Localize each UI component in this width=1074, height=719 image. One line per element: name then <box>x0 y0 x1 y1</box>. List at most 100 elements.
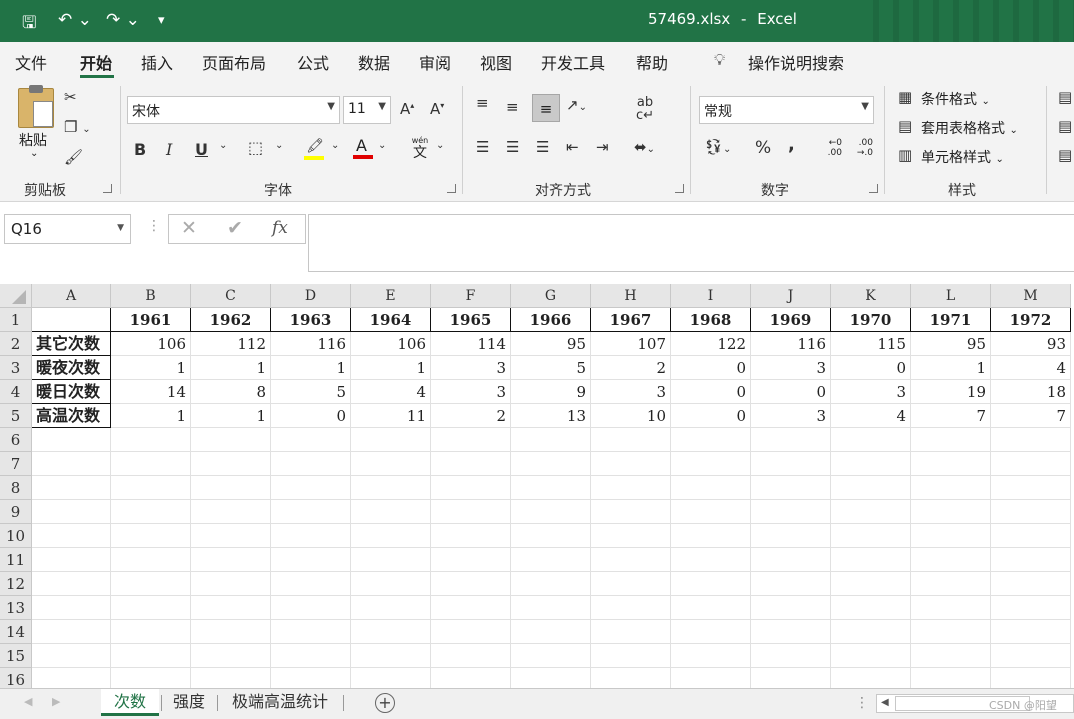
cell-styles-button[interactable]: 单元格样式 ⌄ <box>921 147 1004 167</box>
delete-cells-icon[interactable]: ▤ <box>1058 117 1072 135</box>
empty-cell[interactable] <box>751 452 831 476</box>
empty-cell[interactable] <box>991 596 1071 620</box>
empty-cell[interactable] <box>32 620 111 644</box>
data-cell[interactable]: 18 <box>991 380 1071 404</box>
bold-button[interactable]: B <box>134 140 146 159</box>
empty-cell[interactable] <box>831 596 911 620</box>
empty-cell[interactable] <box>271 428 351 452</box>
empty-cell[interactable] <box>32 476 111 500</box>
empty-cell[interactable] <box>271 524 351 548</box>
empty-cell[interactable] <box>671 428 751 452</box>
undo-icon[interactable]: ↶ ⌄ <box>58 10 92 30</box>
underline-button[interactable]: U <box>195 140 208 159</box>
chevron-down-icon[interactable]: ▼ <box>327 101 335 112</box>
empty-cell[interactable] <box>351 428 431 452</box>
empty-cell[interactable] <box>111 500 191 524</box>
empty-cell[interactable] <box>111 620 191 644</box>
orientation-icon[interactable]: ↗⌄ <box>566 96 587 114</box>
align-center-icon[interactable]: ☰ <box>506 138 519 156</box>
save-icon[interactable]: 🖫 <box>22 10 36 39</box>
tell-me-search[interactable]: 操作说明搜索 <box>748 50 844 74</box>
data-cell[interactable]: 1 <box>191 404 271 428</box>
currency-icon[interactable]: 💱︎⌄ <box>704 138 731 156</box>
empty-cell[interactable] <box>111 572 191 596</box>
font-launcher-icon[interactable] <box>447 184 456 193</box>
empty-cell[interactable] <box>591 428 671 452</box>
empty-cell[interactable] <box>751 620 831 644</box>
empty-cell[interactable] <box>831 476 911 500</box>
year-header-cell[interactable]: 1972 <box>991 308 1071 332</box>
data-cell[interactable]: 116 <box>271 332 351 356</box>
empty-cell[interactable] <box>351 476 431 500</box>
align-bottom-icon[interactable]: ≡ <box>532 94 560 122</box>
chevron-down-icon[interactable]: ⌄ <box>378 140 386 151</box>
paste-dropdown-icon[interactable]: ⌄ <box>30 148 38 159</box>
empty-cell[interactable] <box>511 596 591 620</box>
scroll-left-icon[interactable]: ◀ <box>881 697 889 708</box>
data-cell[interactable]: 1 <box>351 356 431 380</box>
data-cell[interactable]: 2 <box>591 356 671 380</box>
align-top-icon[interactable]: ≡ <box>476 94 489 112</box>
data-cell[interactable]: 4 <box>351 380 431 404</box>
year-header-cell[interactable]: 1961 <box>111 308 191 332</box>
align-middle-icon[interactable]: ≡ <box>506 98 519 116</box>
empty-cell[interactable] <box>911 572 991 596</box>
empty-cell[interactable] <box>111 428 191 452</box>
fill-color-icon[interactable]: 🖍︎ <box>304 138 324 160</box>
row-label-cell[interactable]: 高温次数 <box>32 404 111 428</box>
empty-cell[interactable] <box>911 620 991 644</box>
column-header-i[interactable]: I <box>671 284 751 308</box>
redo-icon[interactable]: ↷ ⌄ <box>106 10 140 30</box>
empty-cell[interactable] <box>351 524 431 548</box>
insert-function-icon[interactable]: fx <box>272 218 288 238</box>
add-sheet-icon[interactable]: + <box>375 693 395 713</box>
column-header-a[interactable]: A <box>32 284 111 308</box>
empty-cell[interactable] <box>431 524 511 548</box>
row-header-16[interactable]: 16 <box>0 668 32 688</box>
empty-cell[interactable] <box>591 524 671 548</box>
empty-cell[interactable] <box>751 548 831 572</box>
increase-indent-icon[interactable]: ⇥ <box>596 138 609 156</box>
empty-cell[interactable] <box>511 620 591 644</box>
data-cell[interactable]: 106 <box>111 332 191 356</box>
data-cell[interactable]: 13 <box>511 404 591 428</box>
sheet-tab-extreme-heat[interactable]: 极端高温统计 <box>219 689 341 716</box>
empty-cell[interactable] <box>351 452 431 476</box>
row-label-cell[interactable]: 其它次数 <box>32 332 111 356</box>
paste-label[interactable]: 粘贴 <box>19 130 47 150</box>
data-cell[interactable]: 114 <box>431 332 511 356</box>
empty-cell[interactable] <box>591 452 671 476</box>
conditional-format-button[interactable]: 条件格式 ⌄ <box>921 89 990 109</box>
empty-cell[interactable] <box>751 644 831 668</box>
data-cell[interactable]: 1 <box>111 404 191 428</box>
empty-cell[interactable] <box>431 476 511 500</box>
empty-cell[interactable] <box>191 548 271 572</box>
empty-cell[interactable] <box>351 572 431 596</box>
enter-icon[interactable]: ✔ <box>227 217 243 239</box>
empty-cell[interactable] <box>831 620 911 644</box>
empty-cell[interactable] <box>671 668 751 688</box>
data-cell[interactable]: 115 <box>831 332 911 356</box>
table-format-button[interactable]: 套用表格格式 ⌄ <box>921 118 1018 138</box>
column-header-g[interactable]: G <box>511 284 591 308</box>
table-format-icon[interactable]: ▤ <box>898 117 912 135</box>
insert-cells-icon[interactable]: ▤ <box>1058 88 1072 106</box>
row-header-13[interactable]: 13 <box>0 596 32 620</box>
column-header-k[interactable]: K <box>831 284 911 308</box>
row-header-9[interactable]: 9 <box>0 500 32 524</box>
conditional-format-icon[interactable]: ▦ <box>898 88 912 106</box>
empty-cell[interactable] <box>191 428 271 452</box>
empty-cell[interactable] <box>911 644 991 668</box>
data-cell[interactable]: 5 <box>511 356 591 380</box>
row-header-12[interactable]: 12 <box>0 572 32 596</box>
empty-cell[interactable] <box>32 548 111 572</box>
column-header-m[interactable]: M <box>991 284 1071 308</box>
data-cell[interactable]: 0 <box>751 380 831 404</box>
data-cell[interactable]: 14 <box>111 380 191 404</box>
column-header-j[interactable]: J <box>751 284 831 308</box>
font-size-combo[interactable]: 11 ▼ <box>343 96 391 124</box>
prev-sheet-icon[interactable]: ◀ <box>24 695 32 708</box>
data-cell[interactable]: 7 <box>911 404 991 428</box>
empty-cell[interactable] <box>351 644 431 668</box>
column-header-h[interactable]: H <box>591 284 671 308</box>
